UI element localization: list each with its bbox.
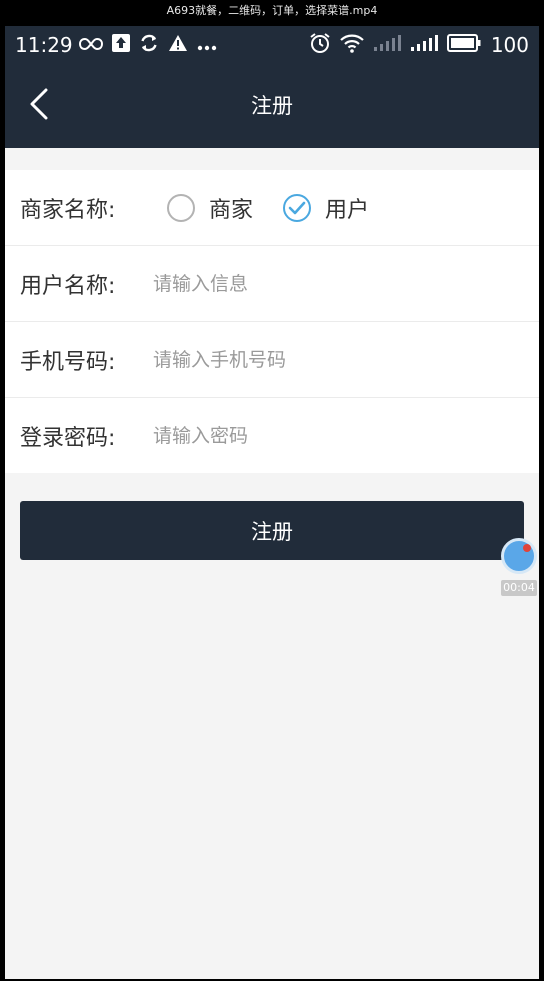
username-label: 用户名称: (20, 273, 116, 299)
wifi-icon (340, 33, 364, 57)
password-label: 登录密码: (20, 425, 116, 451)
status-left-icons (78, 33, 217, 57)
phone-screen: 11:29 100 注册 商家名称: 商家 用户 用户名称: 请输入信息 手机号… (5, 26, 539, 979)
warning-icon (168, 34, 188, 56)
battery-icon (447, 34, 481, 56)
register-form: 商家名称: 商家 用户 用户名称: 请输入信息 手机号码: 请输入手机号码 登录… (5, 170, 539, 473)
phone-label: 手机号码: (20, 349, 116, 375)
alarm-icon (309, 32, 331, 58)
password-row: 登录密码: (5, 398, 539, 473)
window-title: A693就餐，二维码，订单，选择菜谱.mp4 (0, 0, 544, 26)
phone-input[interactable] (153, 339, 513, 380)
phone-row: 手机号码: (5, 322, 539, 398)
register-button[interactable]: 注册 (20, 501, 524, 560)
record-icon[interactable] (501, 538, 537, 574)
upload-icon (112, 34, 130, 56)
radio-unchecked-icon[interactable] (167, 193, 195, 222)
battery-level: 100 (490, 33, 529, 57)
record-timer: 00:04 (501, 580, 537, 596)
radio-label-user: 用户 (325, 197, 370, 223)
username-row: 用户名称: (5, 246, 539, 322)
page-title: 注册 (251, 94, 293, 118)
status-bar: 11:29 100 (5, 26, 539, 64)
sync-icon (139, 33, 159, 57)
status-time: 11:29 (15, 33, 73, 57)
merchant-type-radio-group: 商家 用户 (167, 192, 369, 224)
username-input[interactable] (153, 263, 513, 304)
radio-label-merchant: 商家 (209, 197, 254, 223)
radio-checked-icon[interactable] (283, 193, 312, 222)
signal-icon (410, 34, 438, 56)
infinity-icon (78, 36, 104, 55)
screen-recorder-widget[interactable]: 00:04 (501, 538, 539, 596)
password-input[interactable] (153, 415, 513, 456)
record-dot-icon (523, 544, 531, 552)
radio-option-user[interactable]: 用户 (283, 192, 369, 224)
signal-weak-icon (373, 34, 401, 56)
merchant-type-row: 商家名称: 商家 用户 (5, 170, 539, 246)
status-right-icons (309, 32, 481, 58)
nav-bar: 注册 (5, 64, 539, 148)
merchant-type-label: 商家名称: (20, 197, 116, 223)
radio-option-merchant[interactable]: 商家 (167, 192, 253, 224)
more-icon (197, 36, 217, 55)
